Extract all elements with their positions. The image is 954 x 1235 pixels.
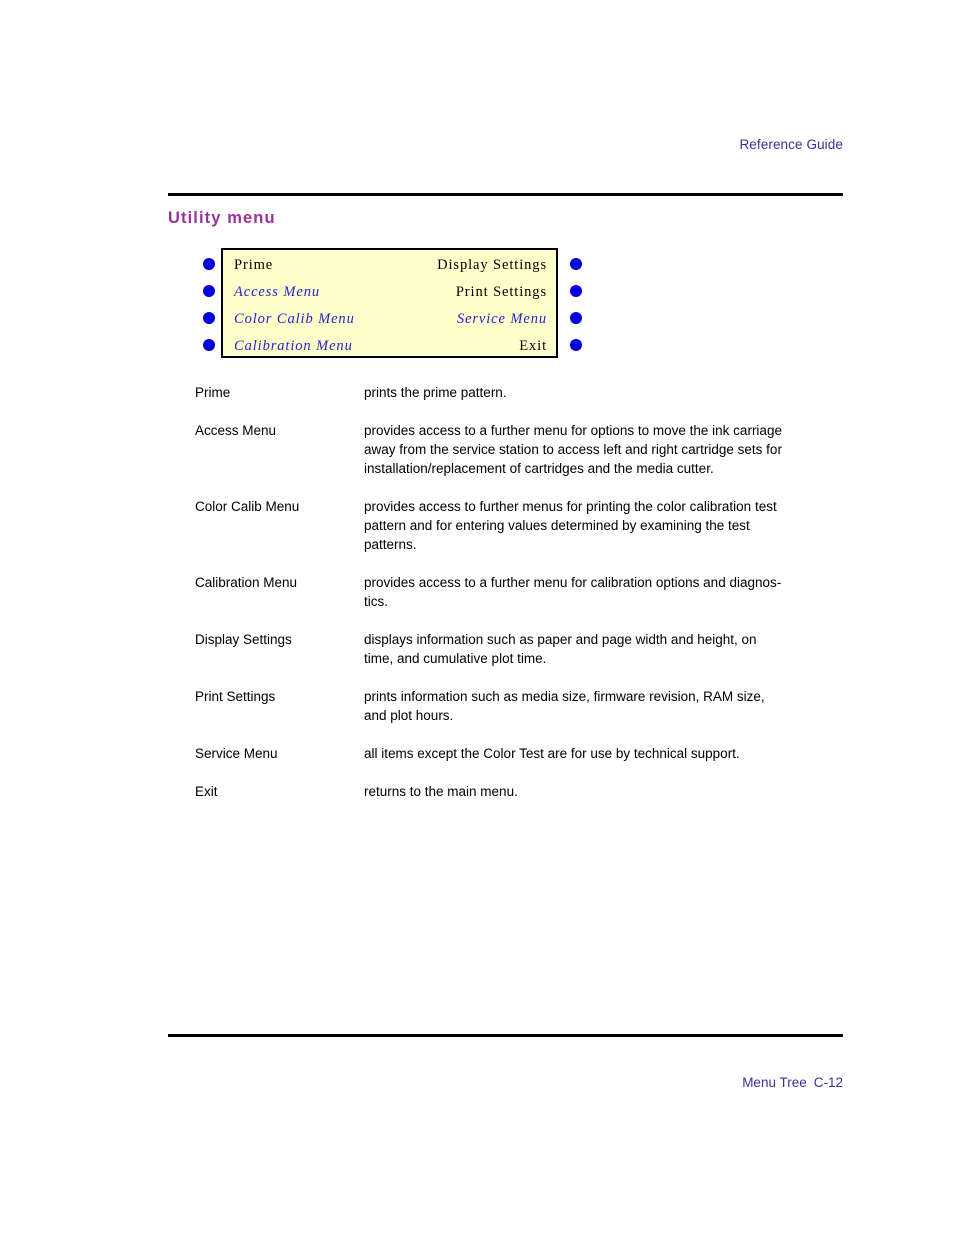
- description-row: Access Menu provides access to a further…: [195, 421, 845, 478]
- description-term: Calibration Menu: [195, 575, 298, 590]
- utility-menu-panel: Prime Display Settings Access Menu Print…: [221, 248, 558, 358]
- header-rule: [168, 193, 843, 196]
- description-definition: prints the prime pattern.: [364, 383, 845, 402]
- menu-row: Prime Display Settings: [223, 252, 556, 279]
- description-term: Print Settings: [195, 689, 276, 704]
- description-row: Exit returns to the main menu.: [195, 782, 845, 801]
- bullet-dot-icon: [569, 257, 582, 270]
- utility-menu-diagram: Prime Display Settings Access Menu Print…: [196, 248, 588, 360]
- description-line: prints the prime pattern.: [364, 385, 507, 400]
- description-term: Access Menu: [195, 423, 277, 438]
- bullet-dot-icon: [202, 311, 215, 324]
- right-bullet-slot-2: [563, 277, 588, 304]
- description-line: tics.: [364, 594, 389, 609]
- description-term: Prime: [195, 385, 231, 400]
- description-row: Display Settings displays information su…: [195, 630, 845, 668]
- description-definition: provides access to further menus for pri…: [364, 497, 845, 554]
- description-row: Print Settings prints information such a…: [195, 687, 845, 725]
- description-row: Service Menu all items except the Color …: [195, 744, 845, 763]
- running-footer: Menu Tree C-12: [168, 1075, 843, 1090]
- left-bullet-slot-2: [196, 277, 221, 304]
- description-line: patterns.: [364, 537, 417, 552]
- description-row: Calibration Menu provides access to a fu…: [195, 573, 845, 611]
- right-bullet-column: [563, 248, 588, 358]
- left-bullet-slot-3: [196, 304, 221, 331]
- description-line: provides access to further menus for pri…: [364, 499, 777, 514]
- menu-item-access-menu[interactable]: Access Menu: [234, 284, 320, 301]
- description-definition: prints information such as media size, f…: [364, 687, 845, 725]
- bullet-dot-icon: [569, 338, 582, 351]
- menu-row: Color Calib Menu Service Menu: [223, 306, 556, 333]
- description-line: all items except the Color Test are for …: [364, 746, 740, 761]
- description-line: and plot hours.: [364, 708, 454, 723]
- bullet-dot-icon: [202, 338, 215, 351]
- description-line: prints information such as media size, f…: [364, 689, 765, 704]
- left-bullet-slot-1: [196, 250, 221, 277]
- bullet-dot-icon: [569, 284, 582, 297]
- bullet-dot-icon: [569, 311, 582, 324]
- description-line: returns to the main menu.: [364, 784, 518, 799]
- footer-rule: [168, 1034, 843, 1037]
- description-row: Color Calib Menu provides access to furt…: [195, 497, 845, 554]
- footer-page-number: C-12: [813, 1075, 843, 1090]
- description-line: displays information such as paper and p…: [364, 632, 757, 647]
- bullet-dot-icon: [202, 257, 215, 270]
- description-line: installation/replacement of cartridges a…: [364, 461, 714, 476]
- menu-item-prime[interactable]: Prime: [234, 257, 273, 274]
- menu-item-print-settings[interactable]: Print Settings: [456, 284, 547, 301]
- menu-item-calibration-menu[interactable]: Calibration Menu: [234, 338, 353, 355]
- page-title: Utility menu: [168, 209, 276, 227]
- left-bullet-column: [196, 248, 221, 358]
- description-definition: displays information such as paper and p…: [364, 630, 845, 668]
- running-header-reference-guide: Reference Guide: [739, 137, 843, 152]
- description-term: Display Settings: [195, 632, 292, 647]
- menu-item-display-settings[interactable]: Display Settings: [437, 257, 547, 274]
- menu-item-color-calib-menu[interactable]: Color Calib Menu: [234, 311, 355, 328]
- description-line: provides access to a further menu for op…: [364, 423, 782, 438]
- menu-row: Calibration Menu Exit: [223, 333, 556, 360]
- menu-item-service-menu[interactable]: Service Menu: [457, 311, 547, 328]
- description-term: Exit: [195, 784, 218, 799]
- description-line: pattern and for entering values determin…: [364, 518, 750, 533]
- description-definition: all items except the Color Test are for …: [364, 744, 845, 763]
- description-definition: returns to the main menu.: [364, 782, 845, 801]
- bullet-dot-icon: [202, 284, 215, 297]
- menu-item-exit[interactable]: Exit: [519, 338, 547, 355]
- left-bullet-slot-4: [196, 331, 221, 358]
- description-term: Color Calib Menu: [195, 499, 300, 514]
- description-line: provides access to a further menu for ca…: [364, 575, 782, 590]
- description-line: time, and cumulative plot time.: [364, 651, 547, 666]
- right-bullet-slot-4: [563, 331, 588, 358]
- footer-section-name: Menu Tree: [742, 1075, 807, 1090]
- description-row: Prime prints the prime pattern.: [195, 383, 845, 402]
- menu-item-description-list: Prime prints the prime pattern. Access M…: [195, 383, 845, 820]
- menu-row: Access Menu Print Settings: [223, 279, 556, 306]
- description-term: Service Menu: [195, 746, 278, 761]
- right-bullet-slot-3: [563, 304, 588, 331]
- description-definition: provides access to a further menu for op…: [364, 421, 845, 478]
- right-bullet-slot-1: [563, 250, 588, 277]
- description-line: away from the service station to access …: [364, 442, 782, 457]
- description-definition: provides access to a further menu for ca…: [364, 573, 845, 611]
